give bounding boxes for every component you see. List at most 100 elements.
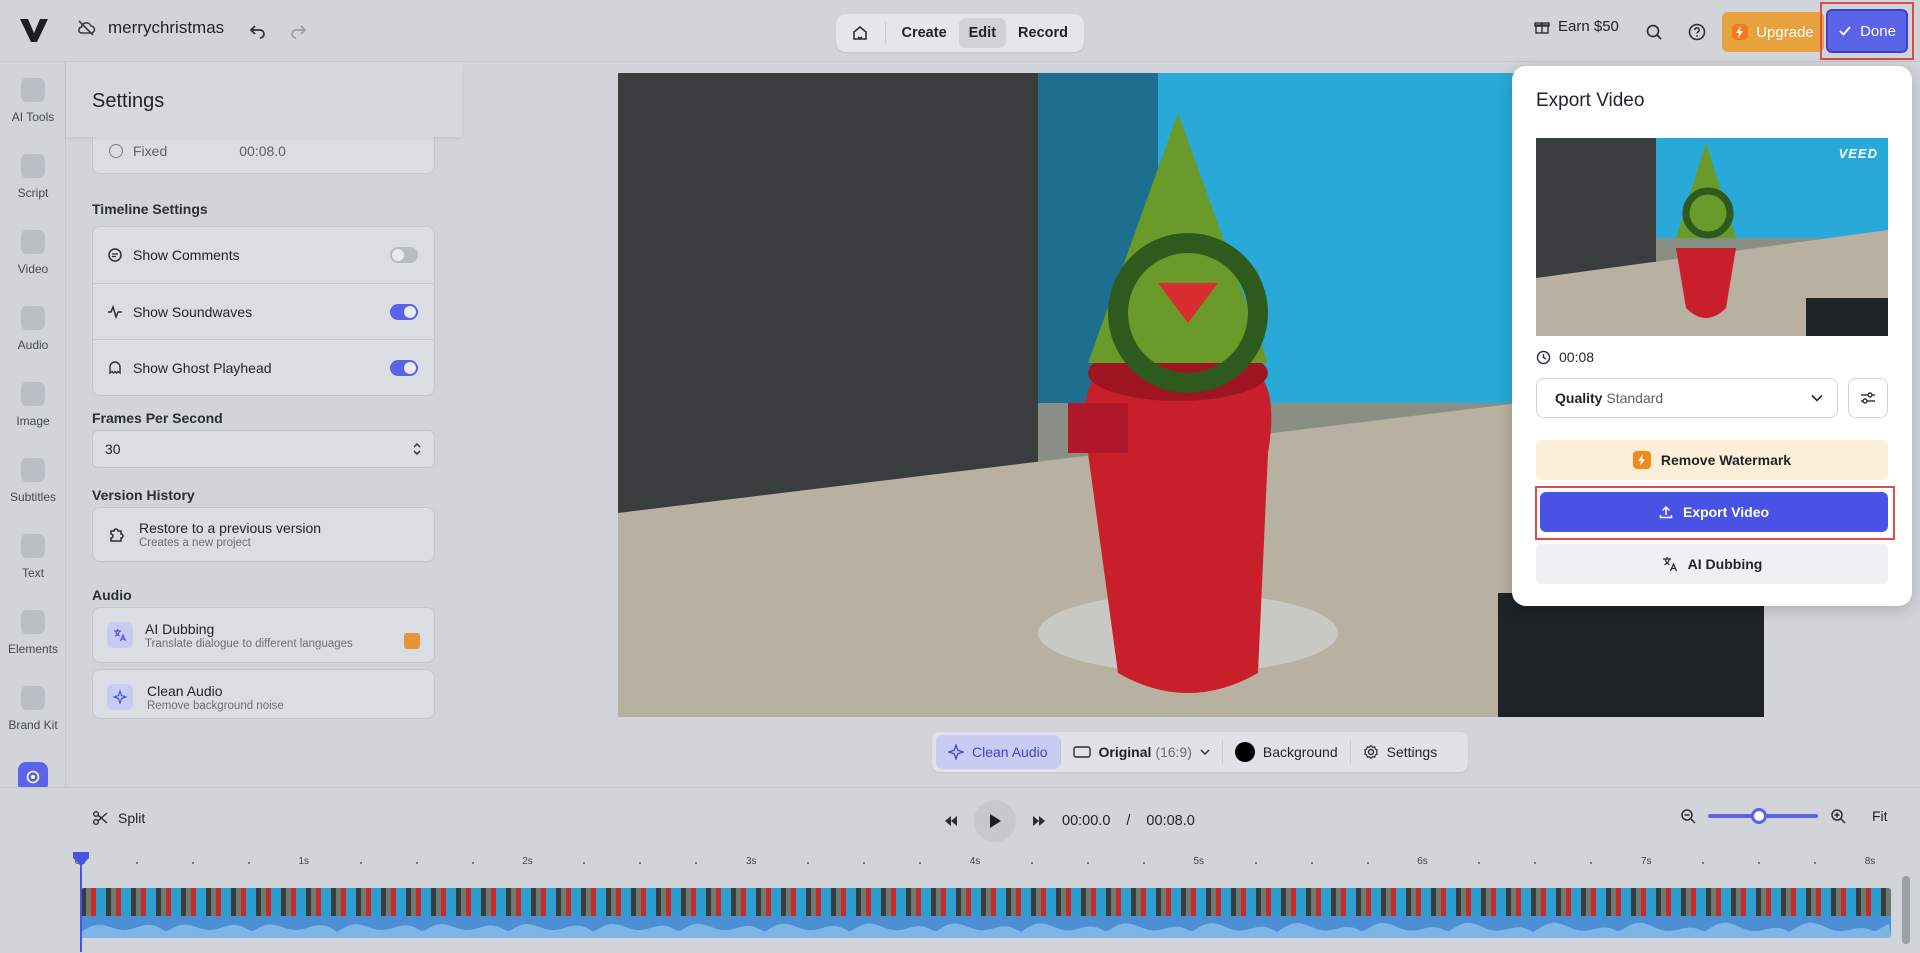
ruler-tick xyxy=(359,862,362,864)
zoom-slider[interactable] xyxy=(1708,808,1818,824)
fps-select[interactable]: 30 xyxy=(92,430,435,468)
clean-audio-button[interactable]: Clean Audio xyxy=(936,735,1060,769)
sidebar-item-brand-kit[interactable]: Brand Kit xyxy=(0,686,66,732)
clip-frame xyxy=(1831,888,1856,916)
done-button[interactable]: Done xyxy=(1826,9,1908,53)
show-ghost-playhead-toggle[interactable] xyxy=(390,359,418,376)
earn-button[interactable]: Earn $50 xyxy=(1534,18,1619,35)
playhead[interactable] xyxy=(72,852,90,952)
project-name[interactable]: merrychristmas xyxy=(108,18,224,38)
clip-frame xyxy=(731,888,756,916)
clip-frame xyxy=(1006,888,1031,916)
upgrade-badge-icon xyxy=(404,633,420,649)
zoom-out-icon[interactable] xyxy=(1680,808,1696,824)
ruler-label: 2s xyxy=(522,856,533,867)
sidebar-item-ai-tools[interactable]: AI Tools xyxy=(0,78,66,124)
ruler-tick xyxy=(583,862,586,864)
clip-frame xyxy=(956,888,981,916)
aspect-ratio-icon xyxy=(1072,746,1091,758)
sidebar-item-label: Brand Kit xyxy=(8,718,58,732)
ruler-tick xyxy=(1534,862,1537,864)
clip-frame xyxy=(1506,888,1531,916)
tab-create[interactable]: Create xyxy=(892,18,957,48)
duration-fixed-option[interactable]: Fixed 00:08.0 xyxy=(109,143,286,159)
clip-frame xyxy=(1381,888,1406,916)
play-button[interactable] xyxy=(974,800,1016,842)
tab-edit[interactable]: Edit xyxy=(958,18,1007,48)
clip-frame xyxy=(1556,888,1581,916)
current-time: 00:00.0 xyxy=(1062,813,1111,829)
version-restore-card[interactable]: Restore to a previous version Creates a … xyxy=(92,507,435,562)
clip-frame xyxy=(756,888,781,916)
settings-label: Settings xyxy=(1386,744,1438,760)
sidebar-item-audio[interactable]: Audio xyxy=(0,306,66,352)
clip-frame xyxy=(1731,888,1756,916)
ai-dubbing-button[interactable]: AI Dubbing xyxy=(1536,544,1888,584)
text-icon xyxy=(21,534,45,558)
veed-watermark: VEED xyxy=(1838,146,1878,161)
help-icon[interactable] xyxy=(1684,19,1710,45)
remove-watermark-button[interactable]: Remove Watermark xyxy=(1536,440,1888,480)
toggle-label: Show Ghost Playhead xyxy=(133,359,272,376)
timeline-scrollbar[interactable] xyxy=(1902,876,1910,944)
timeline-ruler[interactable]: 0s1s2s3s4s5s6s7s8s xyxy=(75,854,1890,876)
aspect-ratio-dropdown[interactable]: Original (16:9) xyxy=(1061,735,1222,769)
clip-frame xyxy=(431,888,456,916)
toggle-row-soundwaves[interactable]: Show Soundwaves xyxy=(93,283,434,339)
fit-button[interactable]: Fit xyxy=(1872,808,1888,824)
toggle-row-ghost-playhead[interactable]: Show Ghost Playhead xyxy=(93,339,434,395)
clip-frame xyxy=(631,888,656,916)
ai-dubbing-card[interactable]: AI Dubbing Translate dialogue to differe… xyxy=(92,607,435,663)
fast-forward-icon[interactable] xyxy=(1032,815,1046,827)
sidebar-item-script[interactable]: Script xyxy=(0,154,66,200)
subtitles-icon xyxy=(21,458,45,482)
home-icon[interactable] xyxy=(842,18,879,48)
clip-frame xyxy=(1406,888,1431,916)
clean-audio-card[interactable]: Clean Audio Remove background noise xyxy=(92,669,435,719)
video-track-clip[interactable] xyxy=(81,888,1891,938)
sidebar-item-elements[interactable]: Elements xyxy=(0,610,66,656)
sidebar-item-label: AI Tools xyxy=(11,110,55,124)
veed-logo-icon[interactable] xyxy=(18,14,50,46)
brand-kit-icon xyxy=(21,686,45,710)
search-icon[interactable] xyxy=(1641,19,1667,45)
upgrade-button[interactable]: Upgrade xyxy=(1722,12,1824,52)
show-comments-toggle[interactable] xyxy=(390,247,418,263)
clip-frame xyxy=(856,888,881,916)
sparkle-plus-icon xyxy=(21,78,45,102)
audio-soundwave xyxy=(81,922,1891,938)
export-settings-button[interactable] xyxy=(1848,378,1888,418)
ruler-tick xyxy=(1590,862,1593,864)
clip-frame xyxy=(1856,888,1881,916)
thumbnail-image xyxy=(1536,138,1888,336)
sidebar-item-text[interactable]: Text xyxy=(0,534,66,580)
split-button[interactable]: Split xyxy=(92,810,145,826)
clip-frame xyxy=(906,888,931,916)
clip-frame xyxy=(1231,888,1256,916)
zoom-in-icon[interactable] xyxy=(1830,808,1846,824)
show-soundwaves-toggle[interactable] xyxy=(390,303,418,320)
clip-frame xyxy=(1606,888,1631,916)
soundwave-icon xyxy=(107,304,123,320)
ruler-tick xyxy=(919,862,922,864)
canvas-settings-button[interactable]: Settings xyxy=(1351,735,1450,769)
sidebar-item-subtitles[interactable]: Subtitles xyxy=(0,458,66,504)
background-button[interactable]: Background xyxy=(1223,735,1350,769)
clip-frame xyxy=(656,888,681,916)
undo-icon[interactable] xyxy=(246,19,270,43)
ruler-tick xyxy=(471,862,474,864)
quality-dropdown[interactable]: Quality Standard xyxy=(1536,378,1838,418)
rewind-icon[interactable] xyxy=(944,815,958,827)
sidebar-item-image[interactable]: Image xyxy=(0,382,66,428)
zoom-slider-handle[interactable] xyxy=(1750,808,1767,824)
clip-frame xyxy=(1056,888,1081,916)
clean-audio-label: Clean Audio xyxy=(972,744,1048,760)
sidebar-item-label: Elements xyxy=(7,642,59,656)
toggle-row-comments[interactable]: Show Comments xyxy=(93,227,434,283)
clip-frame xyxy=(706,888,731,916)
tab-record[interactable]: Record xyxy=(1008,18,1078,48)
sidebar-item-video[interactable]: Video xyxy=(0,230,66,276)
quality-label: Quality xyxy=(1555,390,1603,406)
clip-frame xyxy=(181,888,206,916)
redo-icon[interactable] xyxy=(286,19,310,43)
